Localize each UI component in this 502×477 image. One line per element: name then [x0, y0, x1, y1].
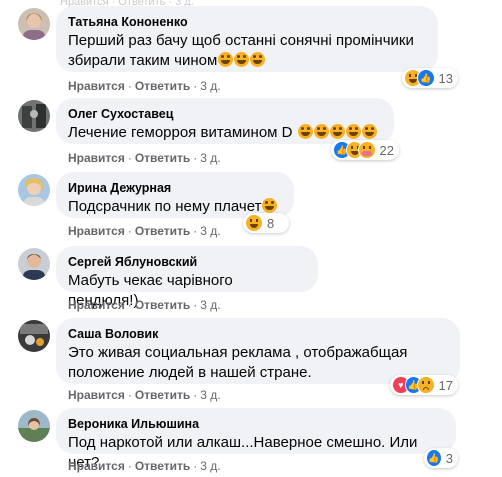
timestamp[interactable]: 3 д.	[200, 298, 220, 312]
like-button[interactable]: Нравится	[68, 459, 125, 473]
avatar-oleg[interactable]	[18, 100, 50, 132]
timestamp[interactable]: 3 д.	[200, 388, 220, 402]
separator: ·	[193, 459, 198, 473]
reply-button[interactable]: Ответить	[135, 79, 190, 93]
reaction-summary[interactable]: 8	[243, 213, 289, 233]
timestamp[interactable]: 3 д.	[200, 459, 220, 473]
reaction-count: 3	[445, 450, 453, 466]
comment-actions: Нравится · Ответить · 3 д.	[68, 459, 221, 473]
separator: ·	[193, 224, 198, 238]
separator: ·	[193, 388, 198, 402]
like-button[interactable]: Нравится	[68, 79, 125, 93]
avatar-tatyana[interactable]	[18, 8, 50, 40]
comment-actions: Нравится · Ответить · 3 д.	[68, 79, 221, 93]
like-reaction-icon: 👍	[416, 69, 435, 87]
reply-button[interactable]: Ответить	[135, 298, 190, 312]
separator: ·	[193, 151, 198, 165]
care-reaction-icon	[358, 141, 376, 159]
reply-button[interactable]: Ответить	[135, 459, 190, 473]
comment-bubble: Олег Сухоставец Лечение геморроя витамин…	[56, 98, 394, 144]
avatar-veronika[interactable]	[18, 410, 50, 442]
separator: ·	[127, 151, 132, 165]
like-button[interactable]: Нравится	[68, 224, 125, 238]
laugh-emoji-icon	[361, 124, 377, 139]
comment-author[interactable]: Вероника Ильюшина	[68, 416, 444, 432]
like-button[interactable]: Нравится	[68, 298, 125, 312]
separator: ·	[127, 459, 132, 473]
comment-bubble: Татьяна Кононенко Перший раз бачу щоб ос…	[56, 6, 438, 72]
separator: ·	[193, 298, 198, 312]
reply-button[interactable]: Ответить	[135, 388, 190, 402]
reaction-count: 22	[379, 142, 395, 158]
avatar-irina[interactable]	[18, 174, 50, 206]
comment-bubble: Вероника Ильюшина Под наркотой или алкаш…	[56, 408, 456, 471]
laugh-emoji-icon	[313, 124, 329, 139]
comment-author[interactable]: Саша Воловик	[68, 326, 448, 342]
like-button[interactable]: Нравится	[68, 151, 125, 165]
laugh-emoji-icon	[234, 52, 250, 67]
comment-author[interactable]: Олег Сухоставец	[68, 106, 382, 122]
separator: ·	[127, 224, 132, 238]
timestamp[interactable]: 3 д.	[200, 151, 220, 165]
reply-button[interactable]: Ответить	[135, 224, 190, 238]
comment-author[interactable]: Татьяна Кононенко	[68, 14, 426, 30]
comment-text: Это живая социальная реклама , отображаб…	[68, 344, 408, 381]
like-button[interactable]: Нравится	[68, 388, 125, 402]
reaction-summary[interactable]: 👍 13	[402, 68, 458, 88]
laugh-emoji-icon	[345, 124, 361, 139]
comment-bubble: Сергей Яблуновский Мабуть чекає чарівног…	[56, 246, 318, 309]
comment-actions: Нравится · Ответить · 3 д.	[68, 388, 221, 402]
like-reaction-icon: 👍	[426, 449, 442, 467]
comment-actions: Нравится · Ответить · 3 д.	[68, 151, 221, 165]
comment-bubble: Ирина Дежурная Подсрачник по нему плачет	[56, 172, 294, 218]
timestamp[interactable]: 3 д.	[200, 224, 220, 238]
reaction-count: 8	[267, 215, 275, 231]
reaction-summary[interactable]: ♥ 👍 17	[390, 375, 458, 395]
reply-button[interactable]: Ответить	[135, 151, 190, 165]
avatar-sasha[interactable]	[18, 320, 50, 352]
haha-reaction-icon	[245, 214, 263, 232]
laugh-emoji-icon	[329, 124, 345, 139]
separator: ·	[127, 79, 132, 93]
comment-actions: Нравится · Ответить · 3 д.	[68, 298, 221, 312]
laugh-emoji-icon	[218, 52, 234, 67]
laugh-emoji-icon	[262, 198, 278, 213]
laugh-emoji-icon	[297, 124, 313, 139]
comment-actions: Нравится · Ответить · 3 д.	[68, 224, 221, 238]
reaction-summary[interactable]: 👍 22	[331, 140, 399, 160]
reaction-summary[interactable]: 👍 3	[424, 448, 458, 468]
comment-author[interactable]: Сергей Яблуновский	[68, 254, 306, 270]
separator: ·	[127, 388, 132, 402]
comment-text: Лечение геморроя витамином D	[68, 123, 382, 143]
reaction-count: 17	[438, 377, 454, 393]
reaction-count: 13	[438, 70, 453, 86]
timestamp[interactable]: 3 д.	[200, 79, 220, 93]
comment-author[interactable]: Ирина Дежурная	[68, 180, 282, 196]
laugh-emoji-icon	[250, 52, 266, 67]
separator: ·	[193, 79, 198, 93]
comment-text: Перший раз бачу щоб останні сонячні пром…	[68, 32, 414, 69]
separator: ·	[127, 298, 132, 312]
sad-reaction-icon	[417, 376, 435, 394]
avatar-sergey[interactable]	[18, 248, 50, 280]
